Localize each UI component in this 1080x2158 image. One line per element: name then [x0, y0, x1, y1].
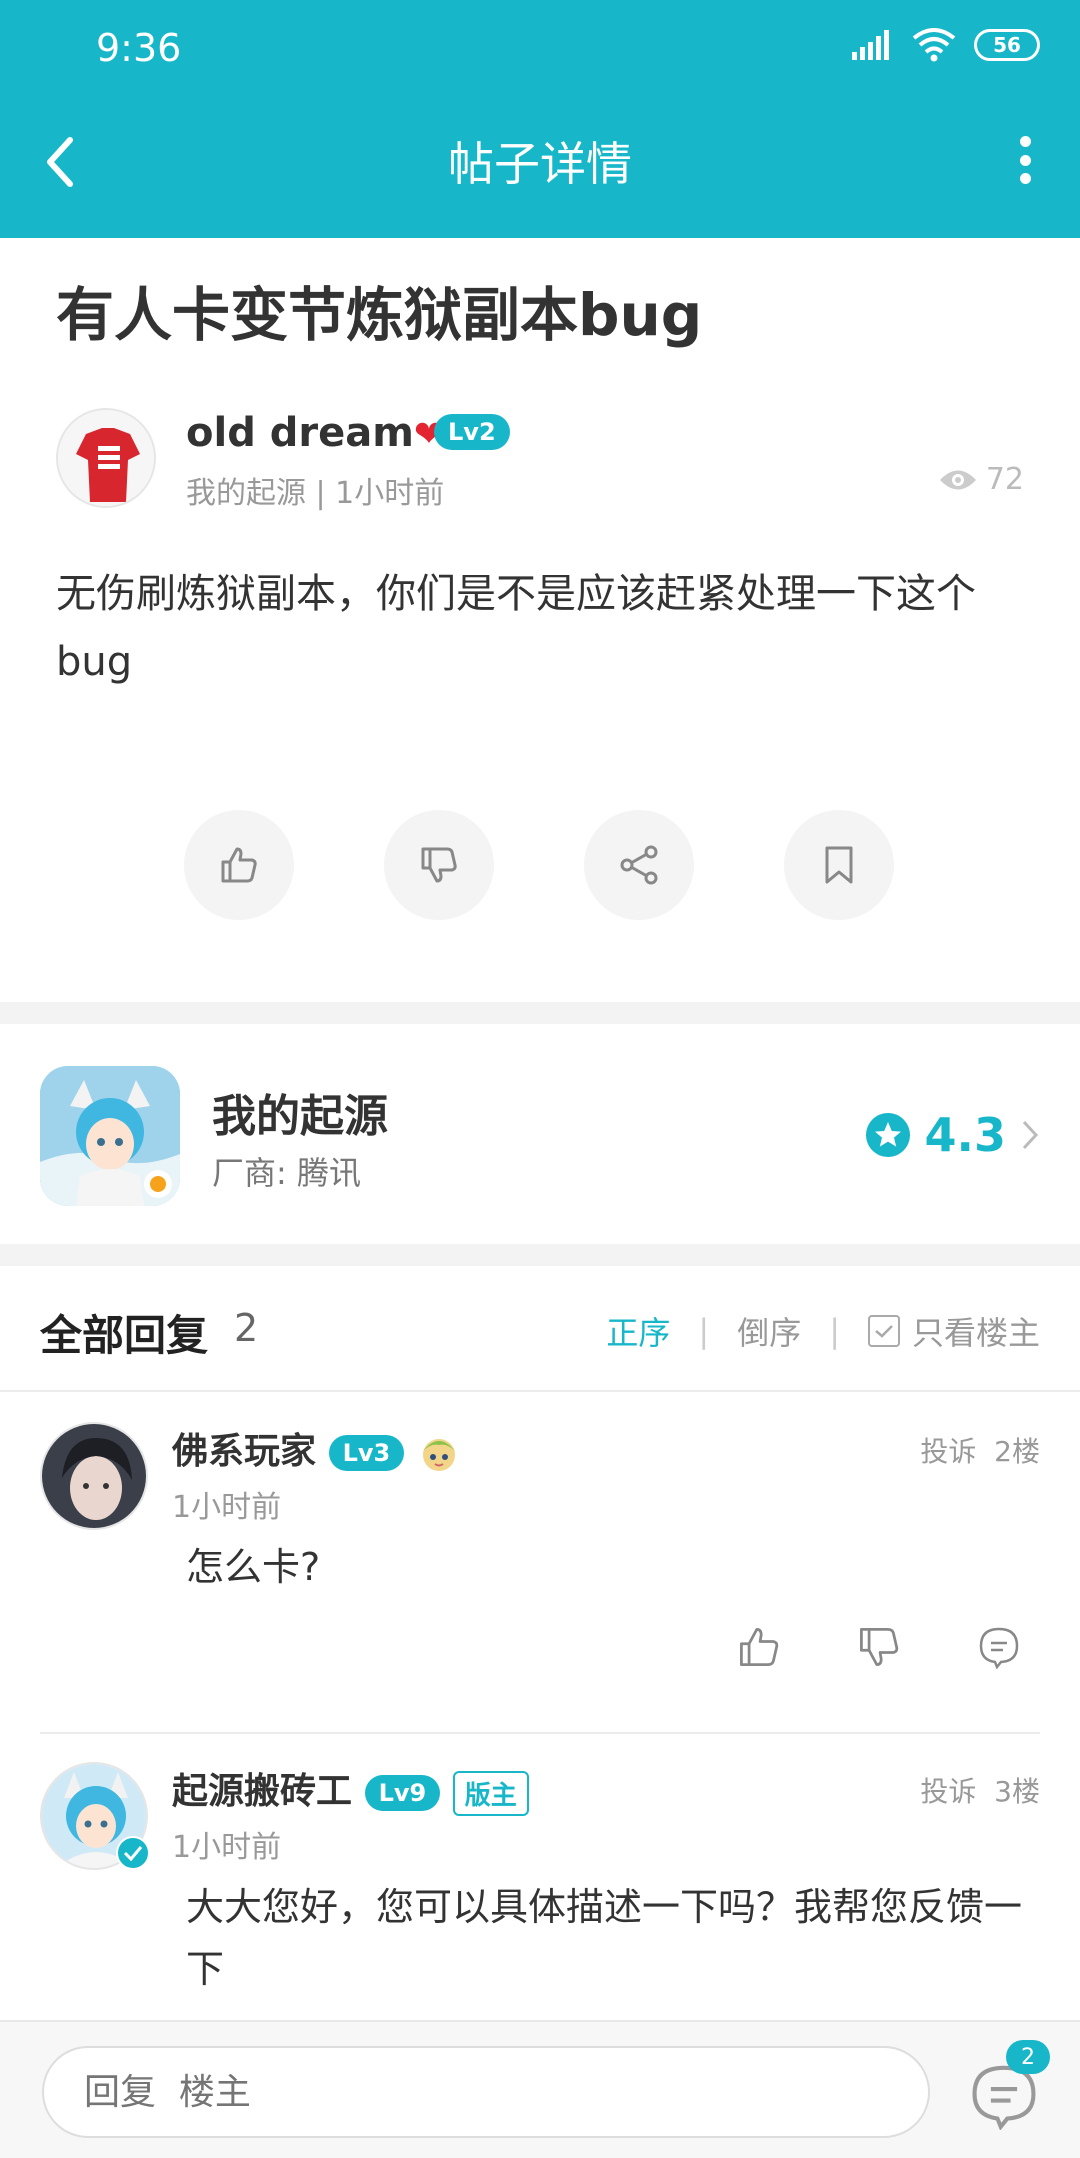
game-vendor: 厂商: 腾讯 [212, 1154, 361, 1192]
divider [0, 1390, 1080, 1392]
reply-content: 大大您好，您可以具体描述一下吗？我帮您反馈一下 [186, 1885, 1023, 1991]
thumbs-down-icon [860, 1628, 899, 1666]
eye-icon [939, 470, 976, 489]
author-name[interactable]: old dream❤ [186, 410, 444, 456]
bookmark-icon [825, 846, 853, 884]
battery-indicator: 56 [974, 29, 1040, 61]
view-count: 72 [938, 462, 1024, 497]
reply-like-button[interactable] [734, 1622, 784, 1672]
star-icon [865, 1113, 910, 1157]
reply-input[interactable] [42, 2046, 930, 2138]
sort-asc[interactable]: 正序 [606, 1308, 670, 1354]
author-name-text: old dream [186, 410, 414, 456]
post-title: 有人卡变节炼狱副本bug [56, 281, 703, 349]
reply-comment-button[interactable] [974, 1622, 1024, 1672]
dislike-button[interactable] [384, 810, 494, 920]
thumbs-up-icon [221, 847, 257, 883]
check-icon [875, 1325, 893, 1338]
bookmark-button[interactable] [784, 810, 894, 920]
share-icon [620, 845, 658, 885]
author-level-badge: Lv2 [434, 414, 510, 450]
replies-count: 2 [234, 1306, 259, 1350]
avatar-emblem-icon [422, 1439, 455, 1471]
reply-level-badge: Lv3 [328, 1435, 405, 1471]
more-options-icon[interactable] [1010, 136, 1040, 184]
wifi-icon [912, 28, 956, 62]
like-button[interactable] [184, 810, 294, 920]
author-only-checkbox[interactable] [867, 1315, 900, 1347]
reply-actions [734, 1622, 1024, 1672]
divider [40, 1732, 1040, 1734]
thumbs-up-icon [740, 1628, 779, 1666]
rating-value: 4.3 [924, 1108, 1007, 1162]
post-meta: 我的起源 | 1小时前 [186, 476, 445, 511]
post-body: 无伤刷炼狱副本，你们是不是应该赶紧处理一下这个bug [56, 571, 976, 685]
signal-icon [852, 30, 889, 60]
view-count-text: 72 [985, 462, 1024, 497]
sort-separator: | [698, 1312, 710, 1350]
thumbs-down-icon [421, 847, 457, 883]
reply-level-badge: Lv9 [364, 1775, 441, 1811]
floor-number: 2楼 [994, 1435, 1040, 1468]
report-button[interactable]: 投诉 [920, 1435, 976, 1468]
game-name[interactable]: 我的起源 [212, 1080, 388, 1144]
game-rating[interactable]: 4.3 [865, 1108, 1041, 1162]
reply-meta-right: 投诉 2楼 [920, 1430, 1040, 1470]
comment-icon [979, 1627, 1019, 1669]
reply-avatar[interactable] [40, 1422, 148, 1530]
sort-bar: 正序 | 倒序 | 只看楼主 [606, 1308, 1040, 1354]
section-divider [0, 1244, 1080, 1266]
author-only-label[interactable]: 只看楼主 [912, 1308, 1040, 1354]
reply-meta-right: 投诉 3楼 [920, 1770, 1040, 1810]
post-actions [184, 810, 894, 920]
moderator-tag: 版主 [452, 1770, 529, 1816]
share-button[interactable] [584, 810, 694, 920]
app-header: 9:36 56 帖子详情 [0, 0, 1080, 238]
reply-time: 1小时前 [172, 1490, 282, 1525]
reply-dislike-button[interactable] [854, 1622, 904, 1672]
author-avatar[interactable] [56, 408, 156, 508]
reply-author-name[interactable]: 起源搬砖工 Lv9 版主 [172, 1762, 529, 1816]
chevron-right-icon [1022, 1120, 1039, 1150]
status-icons: 56 [852, 28, 1040, 62]
report-button[interactable]: 投诉 [920, 1775, 976, 1808]
comments-count-badge: 2 [1006, 2040, 1050, 2074]
game-icon[interactable] [40, 1066, 180, 1206]
section-divider [0, 1002, 1080, 1024]
page-title: 帖子详情 [448, 137, 632, 191]
reply-author-name-text: 起源搬砖工 [172, 1771, 353, 1812]
reply-content: 怎么卡? [186, 1545, 321, 1589]
sort-separator: | [829, 1312, 840, 1350]
sort-desc[interactable]: 倒序 [737, 1308, 801, 1354]
reply-bar: 2 [0, 2020, 1080, 2158]
reply-author-name[interactable]: 佛系玩家 Lv3 [172, 1422, 461, 1475]
status-time: 9:36 [96, 26, 182, 70]
verified-icon [116, 1836, 150, 1870]
reply-author-name-text: 佛系玩家 [172, 1431, 317, 1472]
floor-number: 3楼 [994, 1775, 1040, 1808]
replies-title: 全部回复 [40, 1311, 209, 1360]
reply-time: 1小时前 [172, 1830, 282, 1865]
